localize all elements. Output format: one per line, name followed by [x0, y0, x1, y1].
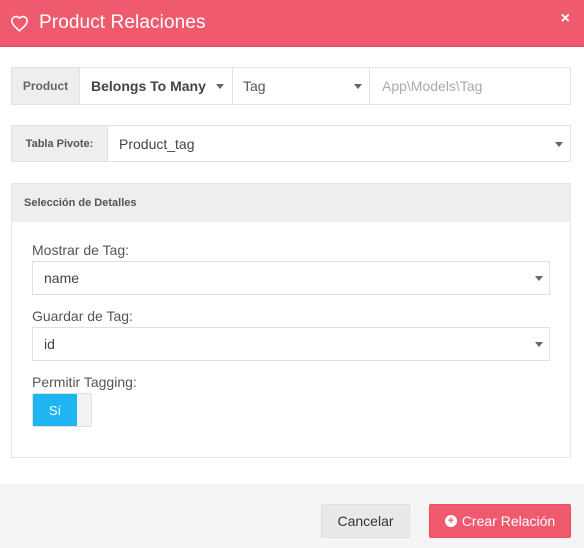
toggle-knob	[77, 394, 91, 426]
chevron-down-icon	[535, 276, 543, 281]
pivot-table-select[interactable]: Product_tag	[108, 126, 570, 161]
cancel-button[interactable]: Cancelar	[321, 504, 410, 538]
heart-icon	[10, 13, 30, 33]
chevron-down-icon	[216, 84, 224, 89]
pivot-row: Tabla Pivote: Product_tag	[11, 125, 571, 162]
pivot-table-value: Product_tag	[119, 135, 195, 152]
model-label: Product	[12, 68, 80, 104]
store-field-label: Guardar de Tag:	[32, 308, 133, 324]
pivot-label: Tabla Pivote:	[12, 126, 108, 161]
toggle-on-label: Sí	[33, 394, 77, 426]
details-panel: Selección de Detalles Mostrar de Tag: na…	[11, 183, 571, 458]
chevron-down-icon	[535, 342, 543, 347]
store-field-select[interactable]: id	[32, 327, 550, 361]
store-field-value: id	[44, 336, 55, 352]
modal-header: Product Relaciones ×	[0, 0, 584, 47]
namespace-placeholder: App\Models\Tag	[382, 78, 483, 94]
related-model-select[interactable]: Tag	[233, 68, 370, 104]
close-icon[interactable]: ×	[561, 10, 570, 28]
create-relation-button[interactable]: + Crear Relación	[429, 504, 571, 538]
tagging-label: Permitir Tagging:	[32, 374, 137, 390]
relation-row: Product Belongs To Many Tag App\Models\T…	[11, 67, 571, 105]
show-field-label: Mostrar de Tag:	[32, 242, 130, 258]
show-field-value: name	[44, 270, 80, 286]
related-model-value: Tag	[243, 78, 266, 94]
namespace-input[interactable]: App\Models\Tag	[370, 68, 570, 104]
relation-type-value: Belongs To Many	[91, 78, 206, 94]
modal-title: Product Relaciones	[39, 12, 206, 33]
create-relation-label: Crear Relación	[461, 513, 556, 529]
tagging-toggle[interactable]: Sí	[32, 393, 92, 427]
chevron-down-icon	[555, 142, 563, 147]
chevron-down-icon	[354, 84, 362, 89]
details-panel-title: Selección de Detalles	[12, 184, 570, 222]
relation-type-select[interactable]: Belongs To Many	[80, 68, 233, 104]
show-field-select[interactable]: name	[32, 261, 550, 295]
plus-circle-icon: +	[444, 515, 457, 527]
